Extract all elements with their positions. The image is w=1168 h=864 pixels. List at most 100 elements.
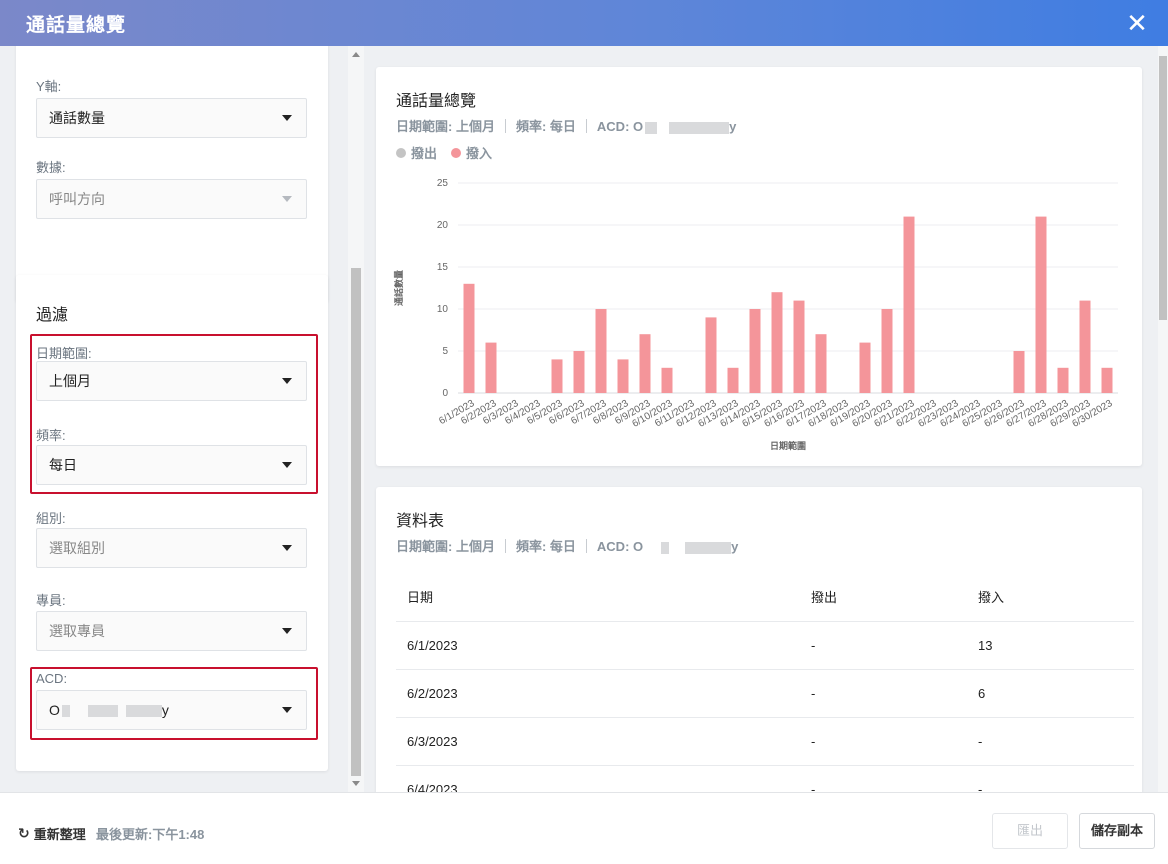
meta-frequency: 頻率: 每日 bbox=[515, 539, 576, 554]
column-header-outbound[interactable]: 撥出 bbox=[800, 573, 967, 622]
acd-select[interactable]: Oy bbox=[36, 690, 307, 730]
x-axis-label: 日期範圍 bbox=[770, 440, 806, 451]
bar bbox=[595, 309, 607, 393]
results-panel: 通話量總覽 日期範圍: 上個月 頻率: 每日 ACD: Oy 撥出 撥入 0 5 10 1… bbox=[364, 46, 1158, 792]
bar bbox=[771, 292, 783, 393]
bar bbox=[815, 334, 827, 393]
cell-date: 6/2/2023 bbox=[396, 669, 800, 718]
chevron-down-icon bbox=[282, 707, 292, 713]
agent-label: 專員: bbox=[36, 593, 66, 608]
cell-inbound: - bbox=[967, 765, 1134, 792]
data-table: 日期 撥出 撥入 6/1/2023 - 13 6/2/2023 - 6 6/3/… bbox=[396, 573, 1134, 792]
bar bbox=[1013, 351, 1025, 393]
settings-panel: Y軸: 通話數量 數據: 呼叫方向 過濾 日期範圍: 上個月 頻率: 每日 組別… bbox=[0, 46, 348, 792]
date-range-value: 上個月 bbox=[49, 373, 91, 389]
agent-placeholder: 選取專員 bbox=[49, 623, 105, 639]
column-header-date[interactable]: 日期 bbox=[396, 573, 800, 622]
agent-select[interactable]: 選取專員 bbox=[36, 611, 307, 651]
y-tick-label: 15 bbox=[437, 262, 449, 273]
chevron-down-icon bbox=[282, 378, 292, 384]
chevron-down-icon bbox=[282, 196, 292, 202]
column-header-inbound[interactable]: 撥入 bbox=[967, 573, 1134, 622]
acd-value-start: O bbox=[49, 702, 60, 718]
cell-inbound: - bbox=[967, 717, 1134, 766]
save-copy-button[interactable]: 儲存副本 bbox=[1079, 813, 1155, 849]
scroll-down-icon[interactable] bbox=[352, 781, 360, 786]
bar bbox=[705, 317, 717, 393]
frequency-select[interactable]: 每日 bbox=[36, 445, 307, 485]
redacted-text bbox=[87, 705, 118, 718]
y-axis-label: Y軸: bbox=[36, 79, 62, 94]
cell-date: 6/4/2023 bbox=[396, 765, 800, 792]
bar bbox=[881, 309, 893, 393]
y-axis-value: 通話數量 bbox=[49, 110, 105, 126]
chevron-down-icon bbox=[282, 628, 292, 634]
y-tick-label: 25 bbox=[437, 178, 449, 189]
right-scrollbar[interactable] bbox=[1158, 46, 1168, 792]
table-meta: 日期範圍: 上個月 頻率: 每日 ACD: O y bbox=[396, 536, 738, 555]
frequency-label: 頻率: bbox=[36, 428, 66, 443]
axis-settings-card: Y軸: 通話數量 數據: 呼叫方向 bbox=[16, 46, 328, 302]
bar bbox=[727, 367, 739, 393]
y-tick-label: 20 bbox=[437, 220, 449, 231]
date-range-select[interactable]: 上個月 bbox=[36, 361, 307, 401]
table-row: 6/3/2023 - - bbox=[396, 717, 1134, 766]
group-label: 組別: bbox=[36, 511, 66, 526]
group-select[interactable]: 選取組別 bbox=[36, 528, 307, 568]
bar bbox=[749, 309, 761, 393]
bar bbox=[463, 283, 475, 393]
left-scrollbar[interactable] bbox=[348, 46, 364, 792]
redacted-text bbox=[61, 705, 70, 718]
title-bar: 通話量總覽 ✕ bbox=[0, 0, 1168, 46]
meta-date-range: 日期範圍: 上個月 bbox=[396, 539, 495, 554]
cell-outbound: - bbox=[800, 621, 967, 670]
bar bbox=[639, 334, 651, 393]
redacted-text bbox=[685, 541, 732, 554]
filter-title: 過濾 bbox=[36, 307, 69, 324]
bar bbox=[1057, 367, 1069, 393]
bar bbox=[793, 300, 805, 393]
data-field-label: 數據: bbox=[36, 160, 66, 175]
window-title: 通話量總覽 bbox=[26, 14, 127, 36]
refresh-icon: ↻ bbox=[18, 825, 30, 841]
refresh-label: 重新整理 bbox=[33, 827, 86, 842]
meta-acd-suffix: y bbox=[731, 539, 739, 554]
table-header-row: 日期 撥出 撥入 bbox=[396, 573, 1134, 622]
y-tick-label: 10 bbox=[437, 304, 449, 315]
meta-acd-prefix: ACD: O bbox=[596, 539, 644, 554]
bar bbox=[551, 359, 563, 393]
table-row: 6/2/2023 - 6 bbox=[396, 669, 1134, 718]
data-field-select[interactable]: 呼叫方向 bbox=[36, 179, 307, 219]
redacted-text bbox=[661, 541, 670, 554]
scroll-up-icon[interactable] bbox=[352, 52, 360, 57]
table-card: 資料表 日期範圍: 上個月 頻率: 每日 ACD: O y 日期 撥出 撥入 6/1/… bbox=[376, 487, 1142, 792]
cell-outbound: - bbox=[800, 669, 967, 718]
table-card-title: 資料表 bbox=[396, 513, 445, 530]
y-axis-select[interactable]: 通話數量 bbox=[36, 98, 307, 138]
scrollbar-thumb[interactable] bbox=[1159, 56, 1167, 320]
close-icon[interactable]: ✕ bbox=[1122, 8, 1152, 38]
y-tick-label: 5 bbox=[442, 346, 448, 357]
bar bbox=[1079, 300, 1091, 393]
chart-card: 通話量總覽 日期範圍: 上個月 頻率: 每日 ACD: Oy 撥出 撥入 0 5 10 1… bbox=[376, 67, 1142, 466]
call-volume-chart: 05101520256/1/20236/2/20236/3/20236/4/20… bbox=[393, 178, 1118, 451]
refresh-button[interactable]: ↻ 重新整理 bbox=[18, 824, 86, 843]
bar bbox=[661, 367, 673, 393]
chevron-down-icon bbox=[282, 462, 292, 468]
bar bbox=[1035, 216, 1047, 393]
bar bbox=[903, 216, 915, 393]
chevron-down-icon bbox=[282, 115, 292, 121]
y-tick-label: 0 bbox=[442, 388, 448, 399]
cell-outbound: - bbox=[800, 765, 967, 792]
acd-value-end: y bbox=[161, 702, 169, 718]
table-row: 6/1/2023 - 13 bbox=[396, 621, 1134, 670]
frequency-value: 每日 bbox=[49, 457, 77, 473]
export-button[interactable]: 匯出 bbox=[992, 813, 1068, 849]
cell-date: 6/3/2023 bbox=[396, 717, 800, 766]
group-placeholder: 選取組別 bbox=[49, 540, 105, 556]
chevron-down-icon bbox=[282, 545, 292, 551]
bar bbox=[573, 351, 585, 393]
scrollbar-thumb[interactable] bbox=[351, 268, 361, 776]
bar bbox=[617, 359, 629, 393]
data-field-value: 呼叫方向 bbox=[49, 191, 105, 207]
